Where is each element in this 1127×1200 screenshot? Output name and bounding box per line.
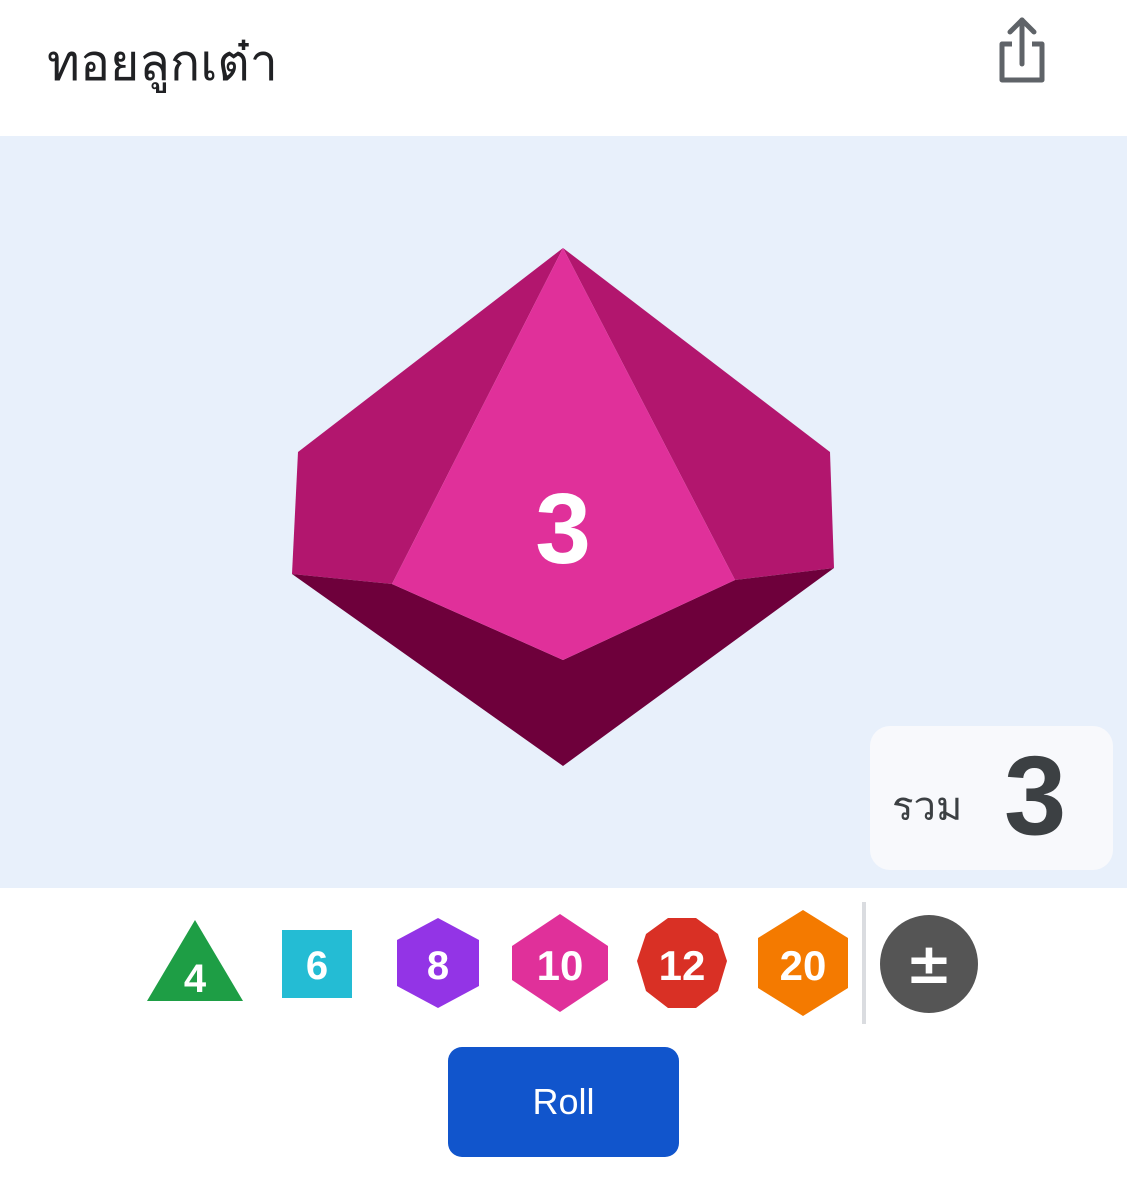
d4-label: 4 — [184, 957, 207, 1001]
app-header: ทอยลูกเต๋า — [0, 0, 1127, 136]
total-label: รวม — [892, 784, 963, 830]
die-face-value: 3 — [535, 473, 591, 585]
d20-label: 20 — [780, 942, 827, 989]
d20-button[interactable]: 20 — [754, 888, 852, 1038]
d12-button[interactable]: 12 — [634, 888, 730, 1038]
d4-button[interactable]: 4 — [146, 888, 246, 1038]
d10-button[interactable]: 10 — [508, 888, 612, 1038]
d10-label: 10 — [537, 942, 584, 989]
modifier-button[interactable]: ± — [878, 888, 982, 1038]
divider — [862, 902, 866, 1024]
d12-label: 12 — [659, 942, 706, 989]
share-button[interactable] — [990, 14, 1054, 90]
d8-label: 8 — [427, 944, 449, 988]
d6-label: 6 — [306, 944, 328, 988]
total-card: รวม 3 — [870, 726, 1113, 870]
total-value: 3 — [1004, 733, 1067, 858]
dice-selector: 4 6 8 10 12 20 ± — [0, 888, 1127, 1038]
page-title: ทอยลูกเต๋า — [47, 34, 278, 92]
share-icon — [999, 17, 1045, 83]
dice-stage: 3 รวม 3 — [0, 136, 1127, 888]
d6-button[interactable]: 6 — [278, 888, 358, 1038]
roll-button[interactable]: Roll — [448, 1047, 679, 1157]
modifier-label: ± — [906, 932, 953, 997]
d8-button[interactable]: 8 — [392, 888, 484, 1038]
